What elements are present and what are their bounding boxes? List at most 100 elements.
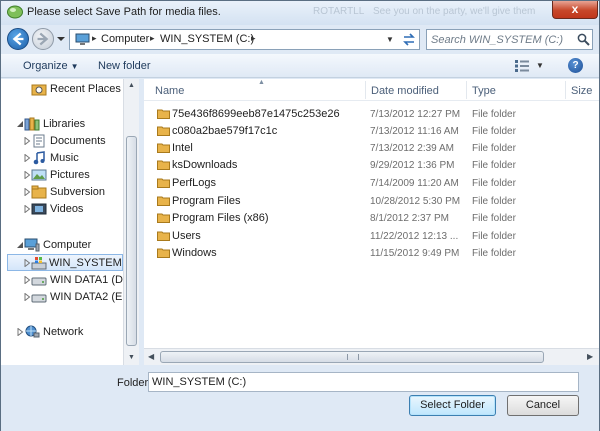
file-type: File folder <box>472 178 516 189</box>
app-icon <box>7 5 23 19</box>
nav-item-libraries[interactable]: Libraries <box>1 116 121 133</box>
scroll-left-arrow-icon[interactable]: ◀ <box>148 352 154 361</box>
nav-item-win-system[interactable]: WIN_SYSTEM (C: <box>7 254 139 271</box>
folder-icon <box>157 160 170 170</box>
expanded-triangle-icon[interactable] <box>16 241 24 249</box>
file-type: File folder <box>472 231 516 242</box>
file-name: c080a2bae579f17c1c <box>172 125 278 137</box>
view-options-dropdown[interactable]: ▼ <box>536 61 544 70</box>
search-icon[interactable] <box>577 33 590 46</box>
scroll-right-arrow-icon[interactable]: ▶ <box>587 352 593 361</box>
file-type: File folder <box>472 213 516 224</box>
navigation-pane[interactable]: Recent Places Libraries Documents Music <box>1 79 139 365</box>
collapsed-triangle-icon[interactable] <box>23 188 31 196</box>
nav-item-win-data1[interactable]: WIN DATA1 (D:) <box>1 272 130 289</box>
cancel-button[interactable]: Cancel <box>507 395 579 416</box>
file-list-pane[interactable]: ▲ Name Date modified Type Size 75e436f86… <box>144 79 599 365</box>
file-name: 75e436f8699eeb87e1475c253e26 <box>172 108 340 120</box>
scroll-down-arrow-icon[interactable]: ▼ <box>128 354 135 361</box>
nav-item-subversion[interactable]: Subversion <box>1 184 121 201</box>
nav-item-documents[interactable]: Documents <box>1 133 121 150</box>
folder-icon <box>157 213 170 223</box>
breadcrumb-separator[interactable]: ▸ <box>150 33 155 44</box>
nav-item-pictures[interactable]: Pictures <box>1 167 121 184</box>
scrollbar-grip <box>347 354 359 360</box>
drive-icon <box>31 277 47 286</box>
forward-arrow-icon <box>37 32 49 46</box>
collapsed-triangle-icon[interactable] <box>23 293 31 301</box>
expanded-triangle-icon[interactable] <box>16 120 24 128</box>
table-row[interactable]: Program Files (x86) 8/1/2012 2:37 PM Fil… <box>144 210 584 227</box>
forward-button[interactable] <box>32 28 54 50</box>
address-row: ▸ Computer ▸ WIN_SYSTEM (C:) ▸ ▼ <box>1 25 599 53</box>
file-name: Program Files <box>172 195 241 207</box>
table-row[interactable]: PerfLogs 7/14/2009 11:20 AM File folder <box>144 175 584 192</box>
back-button[interactable] <box>7 28 29 50</box>
nav-item-label: Recent Places <box>50 83 121 95</box>
file-type: File folder <box>472 248 516 259</box>
subversion-icon <box>31 185 47 199</box>
table-row[interactable]: Windows 11/15/2012 9:49 PM File folder <box>144 245 584 262</box>
collapsed-triangle-icon[interactable] <box>23 137 31 145</box>
column-header-date-modified[interactable]: Date modified <box>371 85 439 97</box>
table-row[interactable]: Users 11/22/2012 12:13 ... File folder <box>144 228 584 245</box>
breadcrumb-separator[interactable]: ▸ <box>251 33 256 44</box>
address-bar[interactable]: ▸ Computer ▸ WIN_SYSTEM (C:) ▸ ▼ <box>69 29 420 50</box>
recent-pages-dropdown-icon[interactable] <box>57 35 65 43</box>
search-box[interactable] <box>426 29 593 50</box>
close-button[interactable]: x <box>552 1 598 19</box>
help-icon[interactable]: ? <box>568 58 583 73</box>
scrollbar-thumb[interactable] <box>160 351 544 363</box>
title-bar[interactable]: Please select Save Path for media files.… <box>1 1 599 25</box>
collapsed-triangle-icon[interactable] <box>23 259 31 267</box>
table-row[interactable]: c080a2bae579f17c1c 7/13/2012 11:16 AM Fi… <box>144 123 584 140</box>
folder-field[interactable] <box>148 372 579 392</box>
breadcrumb-win-system[interactable]: WIN_SYSTEM (C:) <box>160 33 254 45</box>
nav-item-videos[interactable]: Videos <box>1 201 121 218</box>
table-row[interactable]: 75e436f8699eeb87e1475c253e26 7/13/2012 1… <box>144 106 584 123</box>
refresh-icon[interactable] <box>400 31 418 48</box>
table-row[interactable]: Program Files 10/28/2012 5:30 PM File fo… <box>144 193 584 210</box>
collapsed-triangle-icon[interactable] <box>23 154 31 162</box>
nav-item-music[interactable]: Music <box>1 150 121 167</box>
navigation-scrollbar[interactable]: ▲ ▼ <box>123 79 139 365</box>
column-divider[interactable] <box>565 81 566 99</box>
collapsed-triangle-icon[interactable] <box>23 171 31 179</box>
collapsed-triangle-icon[interactable] <box>23 276 31 284</box>
nav-item-computer[interactable]: Computer <box>1 237 121 254</box>
folder-icon <box>157 248 170 258</box>
search-input[interactable] <box>431 32 571 47</box>
breadcrumb-computer[interactable]: Computer <box>101 33 149 45</box>
change-view-icon[interactable] <box>515 60 529 72</box>
background-window-text: ROTARTLL <box>313 6 365 17</box>
horizontal-scrollbar[interactable]: ◀ ▶ <box>144 348 599 365</box>
collapsed-triangle-icon[interactable] <box>23 205 31 213</box>
file-name: Intel <box>172 142 193 154</box>
table-row[interactable]: ksDownloads 9/29/2012 1:36 PM File folde… <box>144 157 584 174</box>
address-history-dropdown[interactable]: ▼ <box>386 35 394 44</box>
file-date-modified: 9/29/2012 1:36 PM <box>370 160 455 171</box>
new-folder-button[interactable]: New folder <box>98 60 151 72</box>
scroll-up-arrow-icon[interactable]: ▲ <box>128 82 135 89</box>
organize-menu[interactable]: Organize ▼ <box>23 60 79 72</box>
nav-item-recent-places[interactable]: Recent Places <box>1 81 121 98</box>
folder-icon <box>157 126 170 136</box>
scrollbar-thumb[interactable] <box>126 136 137 346</box>
column-header-type[interactable]: Type <box>472 85 496 97</box>
nav-item-network[interactable]: Network <box>1 324 121 341</box>
computer-icon <box>24 238 40 252</box>
column-divider[interactable] <box>365 81 366 99</box>
nav-item-win-data2[interactable]: WIN DATA2 (E:) <box>1 289 129 306</box>
column-header-name[interactable]: Name <box>155 85 184 97</box>
file-date-modified: 11/15/2012 9:49 PM <box>370 248 460 259</box>
nav-item-label: Music <box>50 152 79 164</box>
column-divider[interactable] <box>466 81 467 99</box>
file-name: Users <box>172 230 201 242</box>
collapsed-triangle-icon[interactable] <box>16 328 24 336</box>
table-row[interactable]: Intel 7/13/2012 2:39 AM File folder <box>144 140 584 157</box>
breadcrumb-separator[interactable]: ▸ <box>92 33 97 44</box>
select-folder-button[interactable]: Select Folder <box>409 395 496 416</box>
file-type: File folder <box>472 160 516 171</box>
drive-icon <box>31 294 47 303</box>
column-header-size[interactable]: Size <box>571 85 592 97</box>
